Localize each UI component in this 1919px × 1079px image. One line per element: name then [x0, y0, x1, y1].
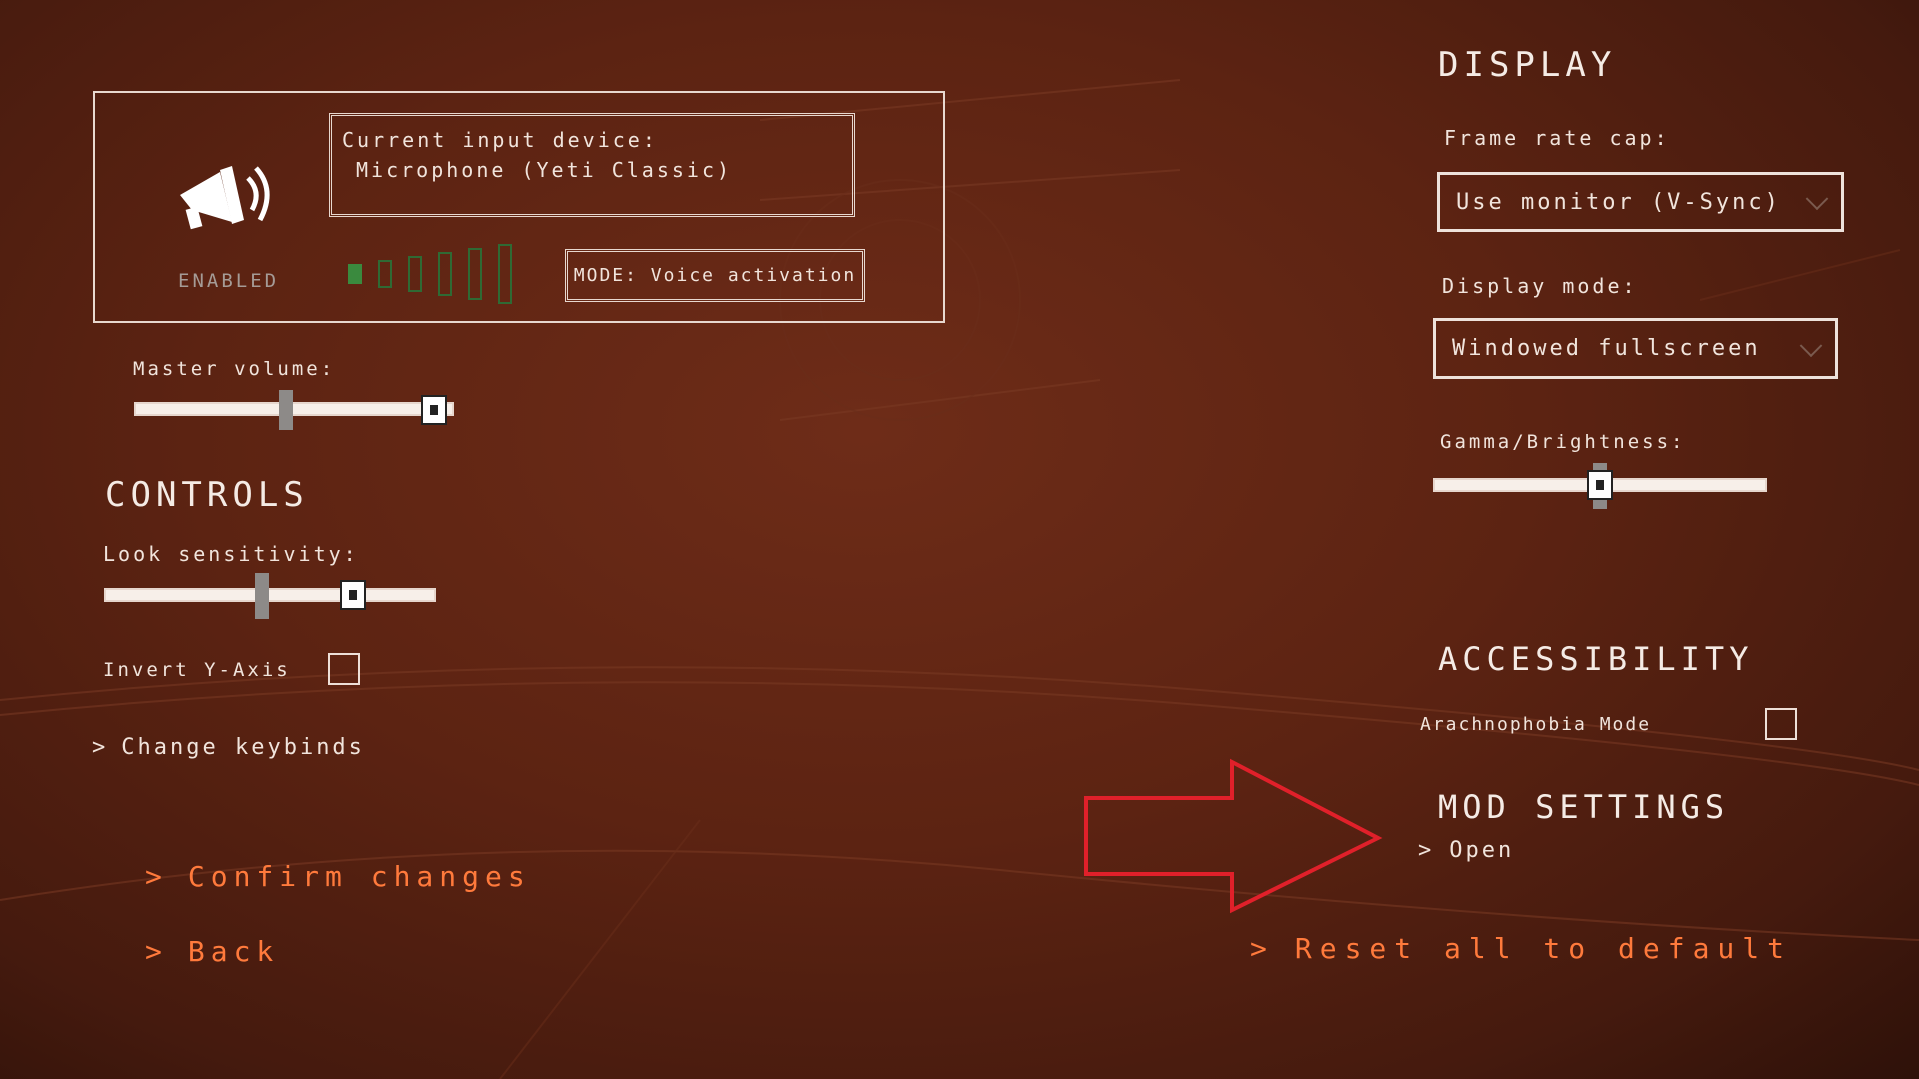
chevron-right-icon: >: [1250, 932, 1267, 965]
invert-y-axis-checkbox[interactable]: [328, 653, 360, 685]
frame-rate-dropdown[interactable]: Use monitor (V-Sync): [1437, 172, 1844, 232]
slider-track: [104, 588, 436, 602]
look-sensitivity-slider[interactable]: [104, 573, 436, 619]
slider-knob[interactable]: [421, 395, 447, 425]
meter-segment: [378, 260, 392, 288]
slider-track: [134, 402, 454, 416]
master-volume-slider[interactable]: [134, 390, 454, 430]
annotation-arrow-icon: [1084, 758, 1383, 914]
reset-defaults-label: Reset all to default: [1294, 932, 1793, 965]
meter-segment: [468, 248, 482, 300]
gamma-slider[interactable]: [1433, 463, 1767, 509]
display-heading: DISPLAY: [1438, 45, 1617, 85]
master-volume-label: Master volume:: [133, 358, 336, 380]
change-keybinds-label: Change keybinds: [121, 735, 365, 760]
voice-mode-button[interactable]: MODE: Voice activation: [565, 249, 865, 302]
input-device-value: Microphone (Yeti Classic): [356, 158, 733, 182]
chevron-down-icon: [1805, 187, 1829, 211]
confirm-changes-label: Confirm changes: [187, 860, 531, 893]
chevron-right-icon: >: [92, 735, 106, 760]
chevron-right-icon: >: [145, 935, 162, 968]
meter-segment: [498, 244, 512, 304]
controls-heading: CONTROLS: [105, 475, 309, 515]
meter-segment: [348, 264, 362, 284]
slider-knob[interactable]: [1587, 470, 1613, 500]
meter-segment: [438, 252, 452, 296]
back-button[interactable]: > Back: [145, 935, 279, 968]
display-mode-dropdown[interactable]: Windowed fullscreen: [1433, 318, 1838, 379]
arachnophobia-checkbox[interactable]: [1765, 708, 1797, 740]
input-device-label: Current input device:: [342, 128, 658, 152]
mod-settings-open-link[interactable]: > Open: [1418, 838, 1514, 863]
voice-level-meter: [348, 244, 518, 304]
gamma-label: Gamma/Brightness:: [1440, 431, 1686, 453]
frame-rate-label: Frame rate cap:: [1444, 126, 1670, 150]
voice-status-label: ENABLED: [178, 270, 280, 292]
voice-mode-label: MODE: Voice activation: [573, 265, 857, 286]
accessibility-heading: ACCESSIBILITY: [1438, 640, 1754, 678]
display-mode-label: Display mode:: [1442, 274, 1638, 298]
mod-settings-open-label: Open: [1449, 838, 1515, 863]
chevron-down-icon: [1799, 333, 1823, 357]
confirm-changes-button[interactable]: > Confirm changes: [145, 860, 531, 893]
change-keybinds-link[interactable]: > Change keybinds: [92, 735, 365, 760]
mod-settings-heading: MOD SETTINGS: [1438, 788, 1730, 826]
megaphone-icon[interactable]: [170, 150, 280, 240]
input-device-box[interactable]: Current input device: Microphone (Yeti C…: [329, 113, 855, 217]
default-marker: [255, 573, 269, 619]
display-mode-value: Windowed fullscreen: [1452, 336, 1761, 361]
back-label: Back: [187, 935, 280, 968]
default-marker: [279, 390, 293, 430]
meter-segment: [408, 256, 422, 292]
arachnophobia-label: Arachnophobia Mode: [1420, 714, 1652, 735]
chevron-right-icon: >: [145, 860, 162, 893]
look-sensitivity-label: Look sensitivity:: [103, 542, 359, 566]
chevron-right-icon: >: [1418, 838, 1432, 863]
frame-rate-value: Use monitor (V-Sync): [1456, 189, 1781, 215]
slider-knob[interactable]: [340, 580, 366, 610]
invert-y-axis-label: Invert Y-Axis: [103, 659, 291, 681]
reset-defaults-button[interactable]: > Reset all to default: [1250, 932, 1792, 965]
